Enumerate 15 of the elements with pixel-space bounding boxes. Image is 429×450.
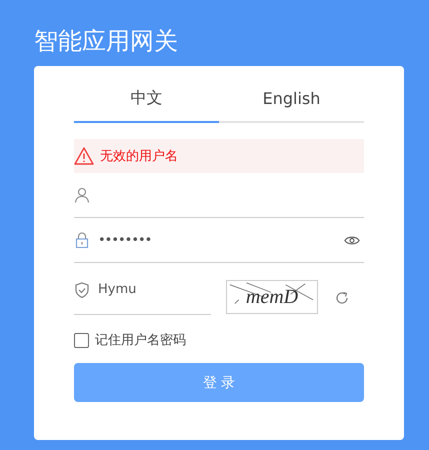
remember-checkbox[interactable] (74, 332, 89, 348)
captcha-field[interactable]: Hymu (74, 265, 211, 315)
remember-label: 记住用户名密码 (95, 332, 186, 349)
language-tab[interactable]: 中文 (74, 82, 219, 123)
refresh-icon[interactable] (334, 290, 350, 306)
shield-icon (74, 282, 90, 298)
user-icon (74, 187, 90, 203)
password-field[interactable]: •••••••• (74, 218, 364, 263)
lock-icon (74, 232, 90, 248)
error-message: 无效的用户名 (100, 148, 178, 165)
language-tab[interactable]: English (219, 82, 364, 123)
eye-icon[interactable] (344, 234, 360, 246)
app-title: 智能应用网关 (34, 26, 179, 57)
warning-icon (74, 147, 94, 165)
captcha-image[interactable]: memD (226, 280, 318, 314)
